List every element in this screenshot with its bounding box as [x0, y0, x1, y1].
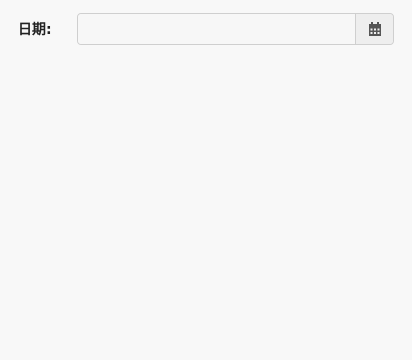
- calendar-icon: [368, 22, 382, 36]
- date-input[interactable]: [78, 14, 356, 44]
- date-form-row: 日期:: [0, 0, 412, 62]
- calendar-button[interactable]: [355, 14, 393, 44]
- date-label: 日期:: [18, 22, 52, 38]
- date-input-group: [77, 13, 394, 45]
